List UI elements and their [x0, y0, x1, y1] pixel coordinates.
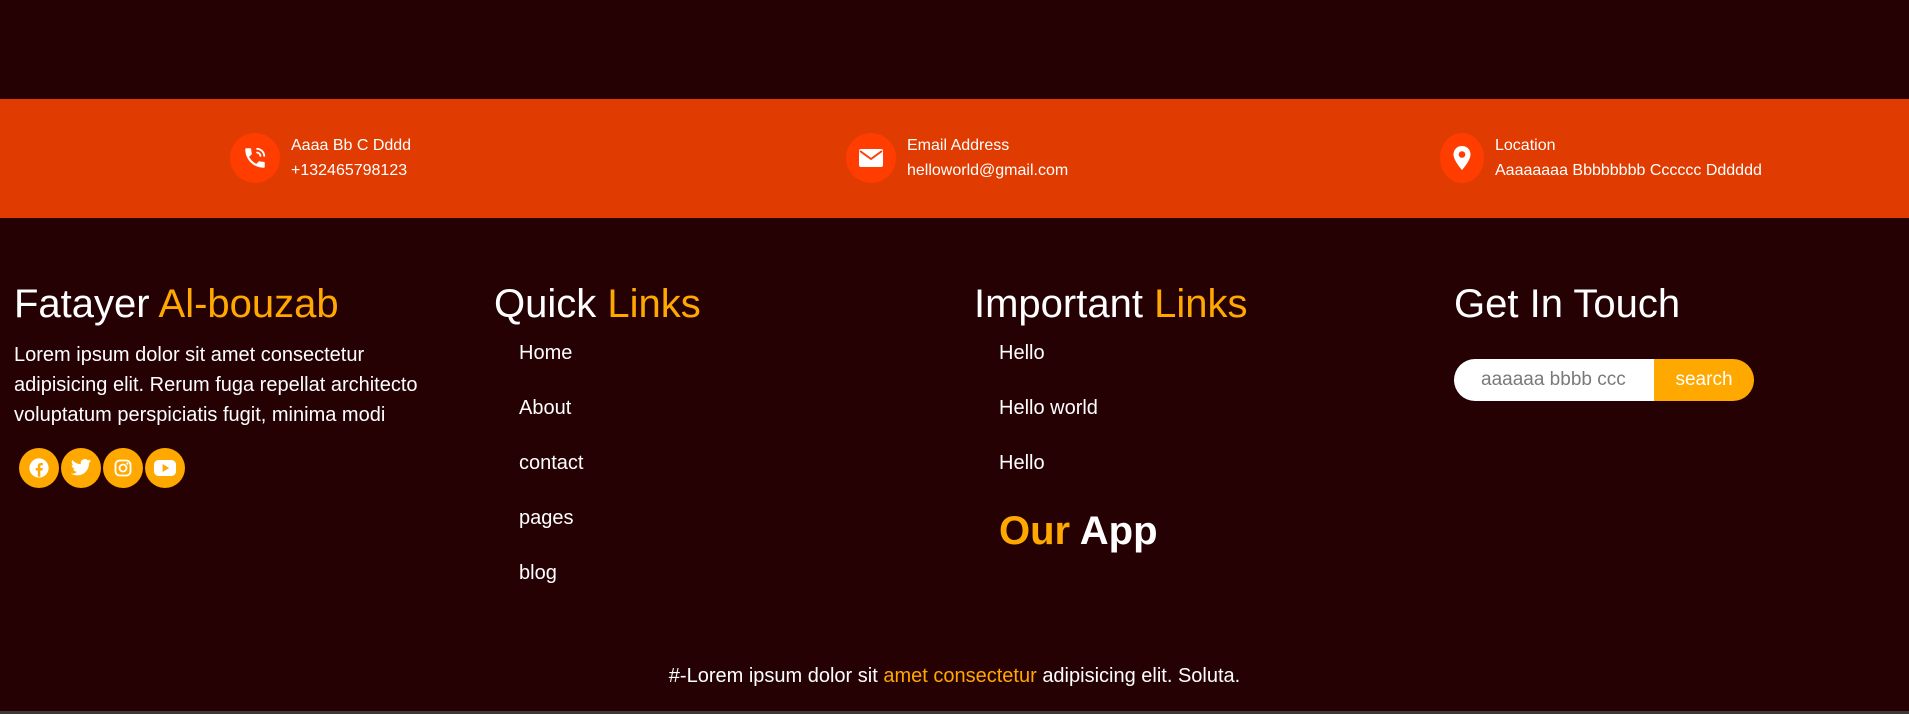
facebook-icon[interactable]: [19, 448, 59, 488]
get-in-touch-column: Get In Touch search: [1454, 280, 1754, 401]
brand-column: Fatayer Al-bouzab Lorem ipsum dolor sit …: [14, 280, 444, 488]
our-app-title: Our App: [999, 507, 1247, 555]
our-app-title-main: App: [1079, 509, 1158, 553]
footer-page: Aaaa Bb C Dddd +132465798123 Email Addre…: [0, 0, 1909, 714]
copyright-accent: amet consectetur: [883, 665, 1037, 687]
quick-links-title: Quick Links: [494, 280, 701, 328]
map-pin-icon: [1440, 133, 1484, 183]
important-links-title-accent: Links: [1154, 282, 1248, 326]
youtube-icon[interactable]: [145, 448, 185, 488]
important-links-list: Hello Hello world Hello: [974, 341, 1247, 506]
link-home[interactable]: Home: [519, 342, 572, 364]
contact-strip: Aaaa Bb C Dddd +132465798123 Email Addre…: [0, 99, 1909, 218]
twitter-icon[interactable]: [61, 448, 101, 488]
search-form: search: [1454, 359, 1754, 401]
contact-location: Location Aaaaaaaa Bbbbbbbb Cccccc Dddddd: [1440, 132, 1762, 184]
instagram-icon[interactable]: [103, 448, 143, 488]
contact-phone: Aaaa Bb C Dddd +132465798123: [230, 132, 411, 184]
location-address: Aaaaaaaa Bbbbbbbb Cccccc Dddddd: [1495, 162, 1762, 179]
email-address[interactable]: helloworld@gmail.com: [907, 161, 1068, 180]
quick-links-title-main: Quick: [494, 282, 597, 326]
important-links-title-main: Important: [974, 282, 1143, 326]
quick-links-list: Home About contact pages blog: [494, 341, 701, 616]
brand-title-main: Fatayer: [14, 282, 150, 326]
brand-title-accent: Al-bouzab: [158, 282, 339, 326]
link-hello-1[interactable]: Hello: [999, 342, 1045, 364]
list-item: Hello: [999, 341, 1247, 396]
list-item: contact: [519, 451, 701, 506]
list-item: Hello world: [999, 396, 1247, 451]
link-pages[interactable]: pages: [519, 507, 574, 529]
our-app-title-accent: Our: [999, 509, 1071, 553]
link-blog[interactable]: blog: [519, 562, 557, 584]
brand-title: Fatayer Al-bouzab: [14, 280, 444, 328]
link-contact[interactable]: contact: [519, 452, 583, 474]
email-title: Email Address: [907, 137, 1010, 154]
link-hello-2[interactable]: Hello: [999, 452, 1045, 474]
quick-links-column: Quick Links Home About contact pages blo…: [494, 280, 701, 616]
link-hello-world[interactable]: Hello world: [999, 397, 1098, 419]
list-item: pages: [519, 506, 701, 561]
phone-ring-icon: [230, 133, 280, 183]
contact-email: Email Address helloworld@gmail.com: [846, 132, 1068, 184]
list-item: Hello: [999, 451, 1247, 506]
social-links: [19, 448, 444, 488]
top-band: [0, 0, 1909, 99]
copyright-suffix: adipisicing elit. Soluta.: [1042, 665, 1241, 687]
quick-links-title-accent: Links: [607, 282, 701, 326]
search-input[interactable]: [1454, 359, 1654, 401]
list-item: About: [519, 396, 701, 451]
important-links-title: Important Links: [974, 280, 1247, 328]
phone-title: Aaaa Bb C Dddd: [291, 137, 412, 154]
important-links-column: Important Links Hello Hello world Hello …: [974, 280, 1247, 555]
link-about[interactable]: About: [519, 397, 571, 419]
list-item: Home: [519, 341, 701, 396]
list-item: blog: [519, 561, 701, 616]
envelope-icon: [846, 133, 896, 183]
get-in-touch-title: Get In Touch: [1454, 282, 1681, 326]
brand-description: Lorem ipsum dolor sit amet consectetur a…: [14, 344, 418, 426]
copyright-text: #-Lorem ipsum dolor sit amet consectetur…: [0, 664, 1909, 688]
search-button[interactable]: search: [1654, 359, 1754, 401]
location-title: Location: [1495, 137, 1556, 154]
phone-number[interactable]: +132465798123: [291, 161, 411, 180]
copyright-prefix: #-Lorem ipsum dolor sit: [668, 665, 878, 687]
